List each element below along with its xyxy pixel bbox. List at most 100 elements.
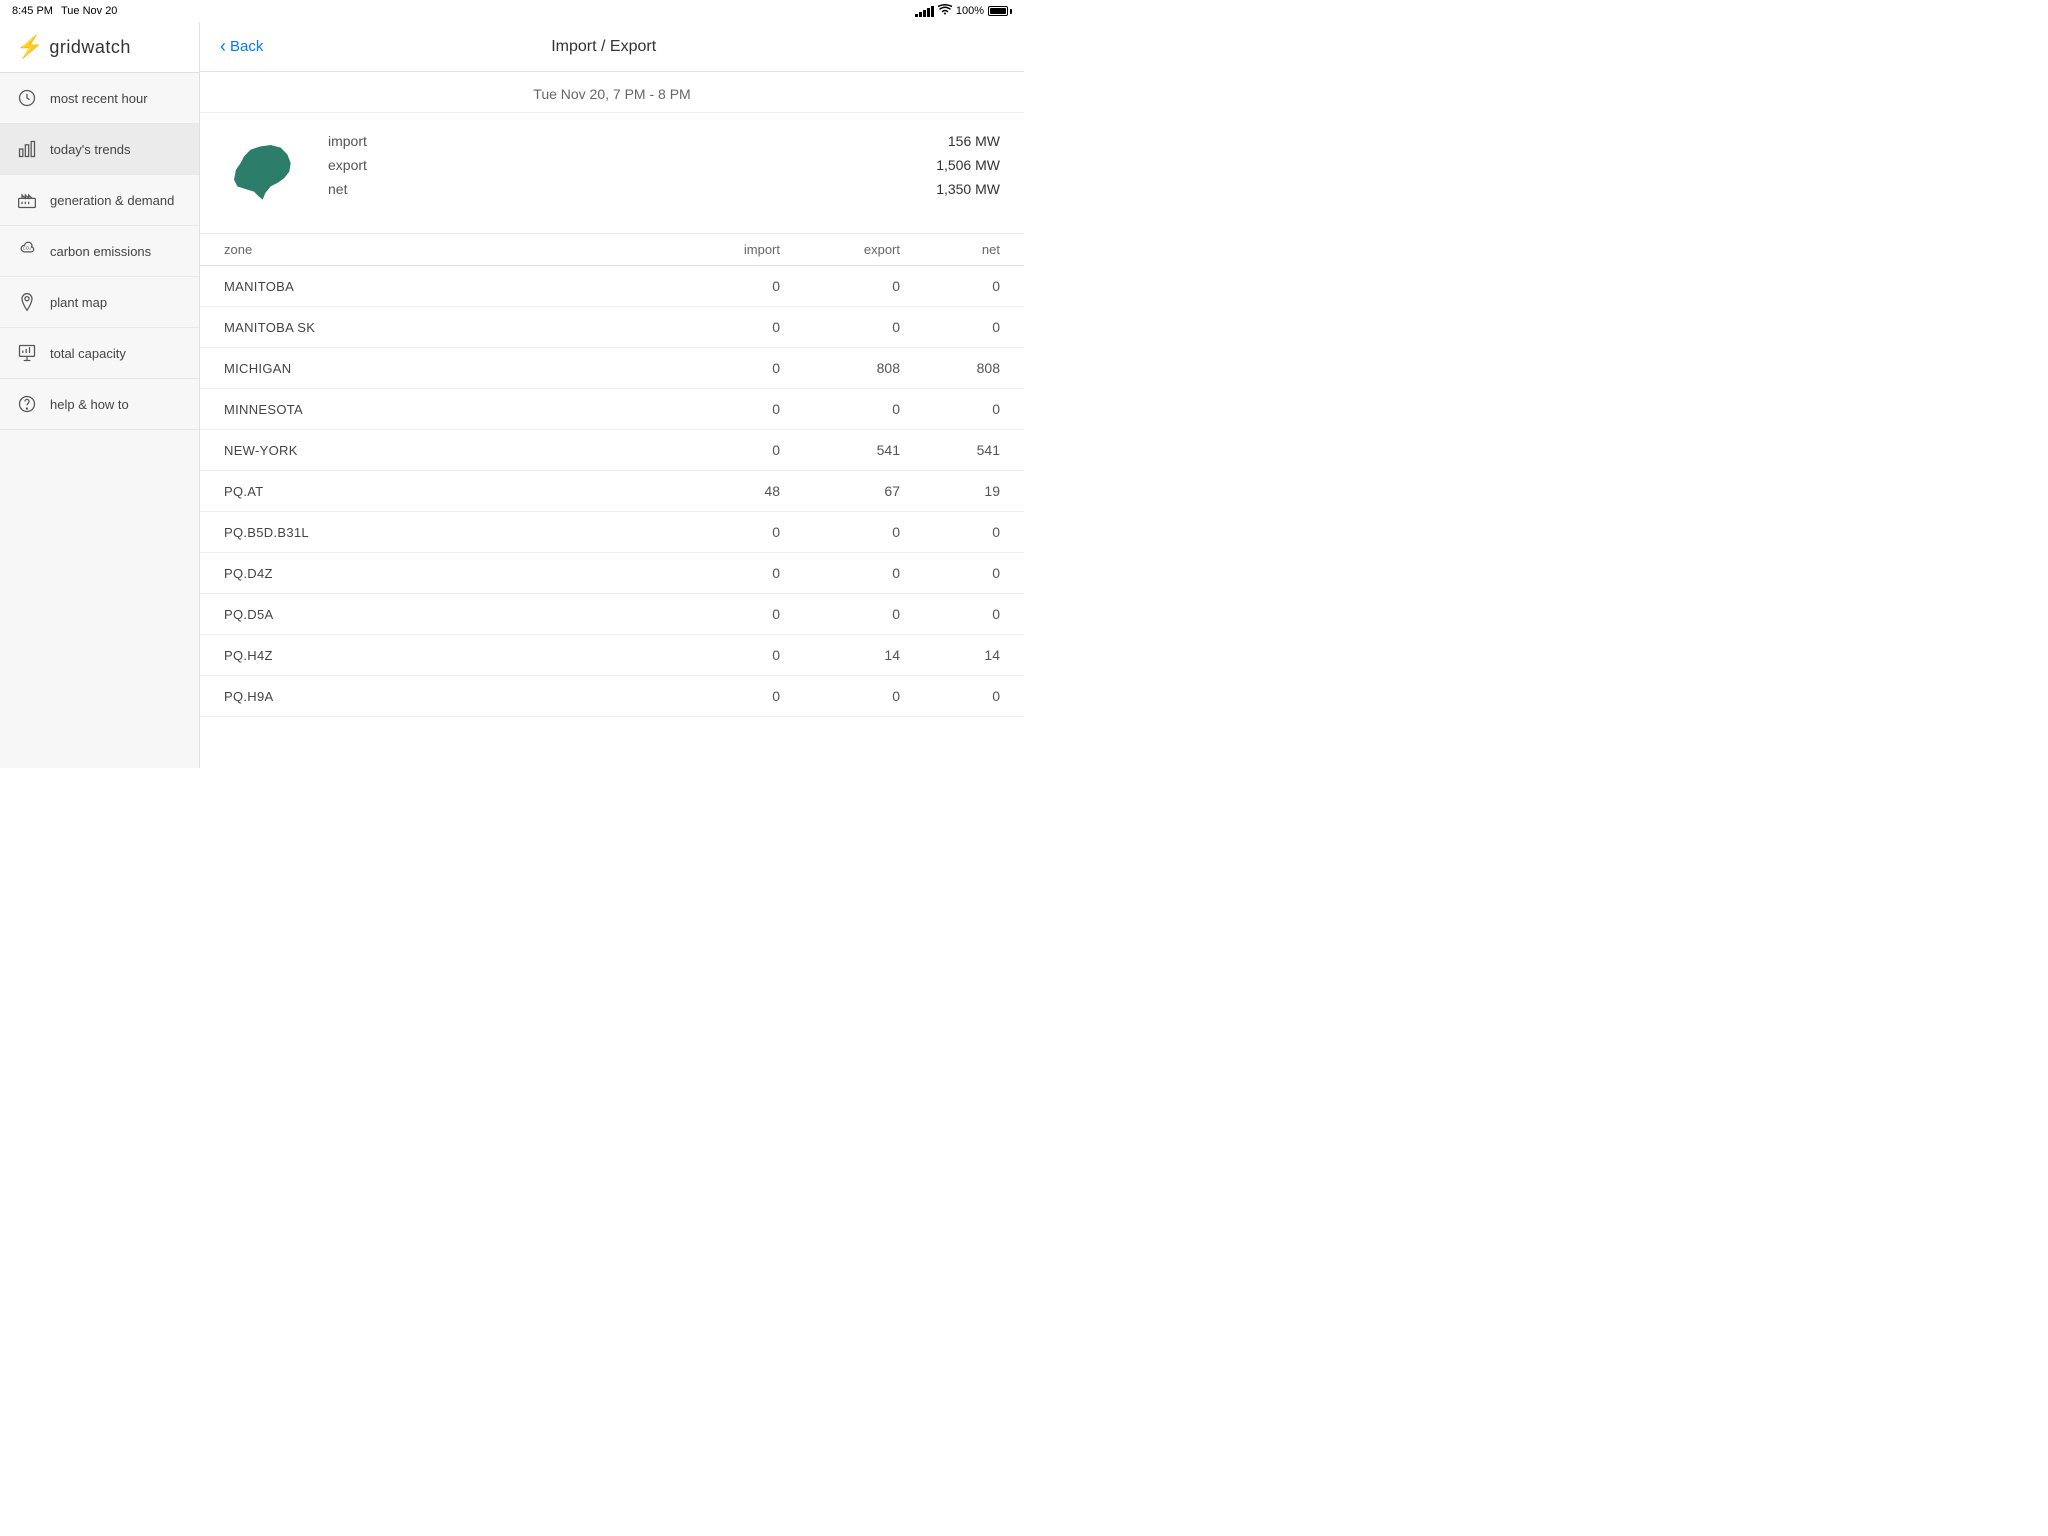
cell-import: 0 [660, 565, 780, 581]
signal-icon [915, 6, 934, 17]
cell-net: 0 [900, 278, 1000, 294]
sidebar: ⚡ gridwatch most recent hour today's tre… [0, 22, 200, 768]
cell-zone: PQ.AT [224, 484, 660, 499]
summary-labels: import 156 MW export 1,506 MW net 1,350 … [328, 133, 1000, 197]
svg-text:CO₂: CO₂ [23, 245, 31, 250]
col-net: net [900, 242, 1000, 257]
battery-icon [988, 6, 1012, 16]
top-bar: ‹ Back Import / Export [200, 22, 1024, 72]
cell-zone: PQ.D4Z [224, 566, 660, 581]
table-row: MICHIGAN 0 808 808 [200, 348, 1024, 389]
app-logo: ⚡ gridwatch [0, 22, 199, 73]
table-row: PQ.H4Z 0 14 14 [200, 635, 1024, 676]
cell-import: 0 [660, 401, 780, 417]
status-bar: 8:45 PM Tue Nov 20 100% [0, 0, 1024, 22]
summary-section: import 156 MW export 1,506 MW net 1,350 … [200, 113, 1024, 234]
chevron-left-icon: ‹ [220, 36, 226, 57]
cell-export: 0 [780, 319, 900, 335]
import-label: import [328, 133, 367, 149]
table-body: MANITOBA 0 0 0 MANITOBA SK 0 0 0 MICHIGA… [200, 266, 1024, 717]
battery-pct: 100% [956, 5, 984, 17]
cell-net: 0 [900, 524, 1000, 540]
cell-export: 0 [780, 565, 900, 581]
sidebar-item-total-capacity[interactable]: total capacity [0, 328, 199, 379]
summary-export-row: export 1,506 MW [328, 157, 1000, 173]
nav-label-help-how-to: help & how to [50, 397, 129, 412]
cell-import: 0 [660, 442, 780, 458]
cell-zone: PQ.H9A [224, 689, 660, 704]
summary-net-row: net 1,350 MW [328, 181, 1000, 197]
cell-net: 19 [900, 483, 1000, 499]
net-label: net [328, 181, 347, 197]
net-value: 1,350 MW [936, 181, 1000, 197]
table-row: PQ.D5A 0 0 0 [200, 594, 1024, 635]
nav-label-generation-demand: generation & demand [50, 193, 174, 208]
cell-zone: PQ.D5A [224, 607, 660, 622]
cell-zone: MICHIGAN [224, 361, 660, 376]
app-name: gridwatch [49, 37, 131, 58]
status-date: Tue Nov 20 [61, 5, 117, 17]
cell-zone: NEW-YORK [224, 443, 660, 458]
nav-label-most-recent-hour: most recent hour [50, 91, 148, 106]
cell-net: 541 [900, 442, 1000, 458]
cell-net: 0 [900, 565, 1000, 581]
sidebar-item-most-recent-hour[interactable]: most recent hour [0, 73, 199, 124]
content-area: Tue Nov 20, 7 PM - 8 PM import 156 MW [200, 72, 1024, 768]
sidebar-item-plant-map[interactable]: plant map [0, 277, 199, 328]
cell-export: 67 [780, 483, 900, 499]
cell-export: 808 [780, 360, 900, 376]
cell-net: 0 [900, 688, 1000, 704]
export-label: export [328, 157, 367, 173]
sidebar-item-generation-demand[interactable]: generation & demand [0, 175, 199, 226]
cell-import: 48 [660, 483, 780, 499]
cell-net: 14 [900, 647, 1000, 663]
nav-label-plant-map: plant map [50, 295, 107, 310]
cell-zone: PQ.H4Z [224, 648, 660, 663]
cell-import: 0 [660, 360, 780, 376]
cell-export: 0 [780, 524, 900, 540]
main-content: ‹ Back Import / Export Tue Nov 20, 7 PM … [200, 22, 1024, 768]
cell-export: 0 [780, 606, 900, 622]
back-label: Back [230, 38, 263, 55]
chart-bar-icon [16, 138, 38, 160]
col-export: export [780, 242, 900, 257]
sidebar-item-todays-trends[interactable]: today's trends [0, 124, 199, 175]
date-subtitle: Tue Nov 20, 7 PM - 8 PM [200, 72, 1024, 113]
cell-export: 14 [780, 647, 900, 663]
table-row: MANITOBA SK 0 0 0 [200, 307, 1024, 348]
clock-icon [16, 87, 38, 109]
cell-import: 0 [660, 688, 780, 704]
cell-import: 0 [660, 647, 780, 663]
table-row: PQ.H9A 0 0 0 [200, 676, 1024, 717]
cell-import: 0 [660, 524, 780, 540]
ontario-map [224, 133, 304, 213]
col-import: import [660, 242, 780, 257]
cell-import: 0 [660, 606, 780, 622]
cloud-icon: CO₂ [16, 240, 38, 262]
cell-net: 0 [900, 319, 1000, 335]
sidebar-item-carbon-emissions[interactable]: CO₂ carbon emissions [0, 226, 199, 277]
cell-export: 0 [780, 688, 900, 704]
cell-import: 0 [660, 278, 780, 294]
wifi-icon [938, 4, 952, 18]
cell-zone: MINNESOTA [224, 402, 660, 417]
nav-label-todays-trends: today's trends [50, 142, 131, 157]
back-button[interactable]: ‹ Back [220, 36, 263, 57]
summary-import-row: import 156 MW [328, 133, 1000, 149]
presentation-icon [16, 342, 38, 364]
cell-zone: PQ.B5D.B31L [224, 525, 660, 540]
cell-export: 541 [780, 442, 900, 458]
table-header: zone import export net [200, 234, 1024, 266]
cell-net: 808 [900, 360, 1000, 376]
status-time: 8:45 PM [12, 5, 53, 17]
table-row: PQ.AT 48 67 19 [200, 471, 1024, 512]
table-row: PQ.D4Z 0 0 0 [200, 553, 1024, 594]
sidebar-item-help-how-to[interactable]: help & how to [0, 379, 199, 430]
sidebar-nav: most recent hour today's trends generati… [0, 73, 199, 768]
help-circle-icon [16, 393, 38, 415]
import-value: 156 MW [948, 133, 1000, 149]
table-row: MINNESOTA 0 0 0 [200, 389, 1024, 430]
export-value: 1,506 MW [936, 157, 1000, 173]
bolt-icon: ⚡ [16, 36, 43, 58]
nav-label-carbon-emissions: carbon emissions [50, 244, 151, 259]
